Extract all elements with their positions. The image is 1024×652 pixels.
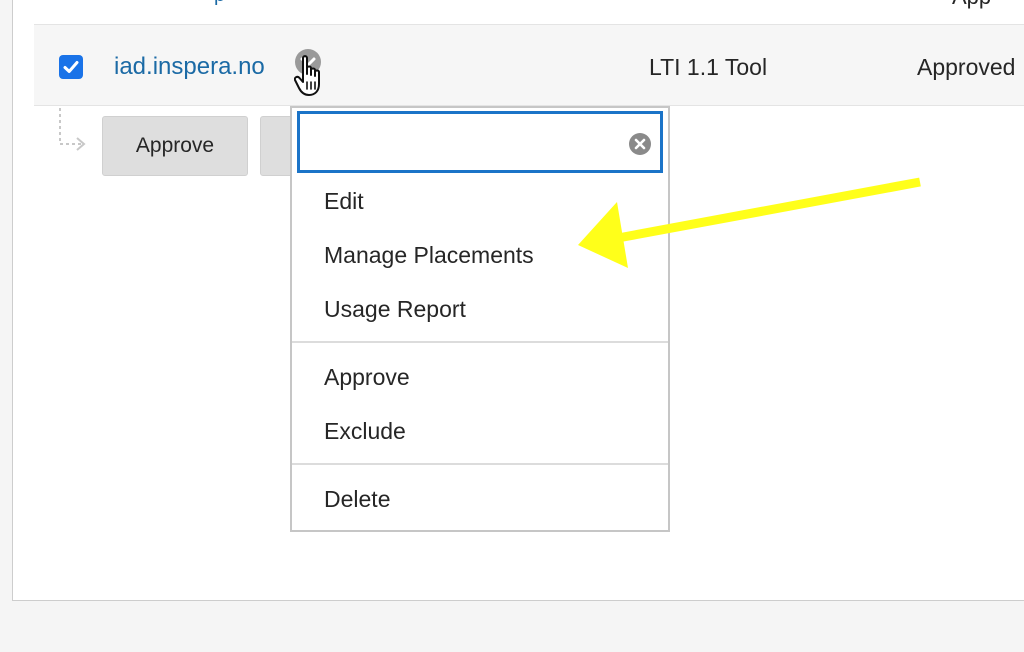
branch-arrow-icon bbox=[59, 108, 86, 151]
menu-item-approve[interactable]: Approve bbox=[324, 364, 410, 391]
previous-table-row: p App bbox=[34, 0, 1024, 25]
menu-item-delete[interactable]: Delete bbox=[324, 486, 390, 513]
menu-item-manage-placements[interactable]: Manage Placements bbox=[324, 242, 534, 269]
hand-pointer-icon bbox=[294, 55, 320, 96]
menu-item-edit[interactable]: Edit bbox=[324, 188, 364, 215]
approve-button[interactable]: Approve bbox=[102, 116, 248, 176]
menu-divider bbox=[292, 463, 668, 465]
clear-circle-icon[interactable] bbox=[628, 132, 652, 156]
row-checkbox[interactable] bbox=[59, 55, 83, 79]
menu-item-exclude[interactable]: Exclude bbox=[324, 418, 406, 445]
annotation-arrow-icon bbox=[578, 177, 921, 268]
menu-search-field[interactable] bbox=[297, 111, 663, 173]
table-row: iad.inspera.no LTI 1.1 Tool Approved bbox=[34, 25, 1024, 106]
tool-domain-link[interactable]: iad.inspera.no bbox=[114, 53, 265, 81]
tool-type: LTI 1.1 Tool bbox=[649, 54, 768, 80]
previous-row-status-fragment: App bbox=[952, 0, 991, 10]
menu-search-input[interactable] bbox=[300, 114, 632, 172]
menu-item-usage-report[interactable]: Usage Report bbox=[324, 296, 466, 323]
checkmark-icon bbox=[63, 61, 79, 73]
status-value: Approved bbox=[917, 54, 1016, 80]
menu-divider bbox=[292, 341, 668, 343]
previous-row-link-fragment[interactable]: p bbox=[214, 0, 225, 7]
